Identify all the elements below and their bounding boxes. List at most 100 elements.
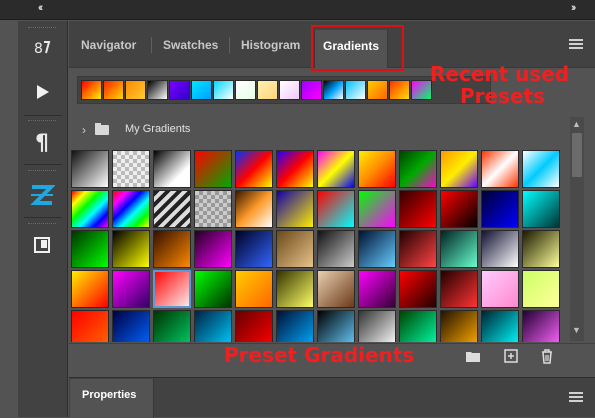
preset-gradient-swatch[interactable] [358, 150, 396, 188]
preset-gradient-swatch[interactable] [112, 310, 150, 342]
new-preset-icon[interactable] [503, 349, 519, 365]
recent-preset-swatch[interactable] [301, 80, 322, 100]
preset-gradient-swatch[interactable] [317, 190, 355, 228]
history-icon[interactable]: 8 [26, 34, 58, 62]
tab-properties[interactable]: Properties [70, 379, 154, 418]
preset-gradient-swatch[interactable] [317, 150, 355, 188]
scroll-down-icon[interactable]: ▼ [572, 325, 581, 335]
preset-gradient-swatch[interactable] [112, 230, 150, 268]
panel-menu-icon[interactable] [569, 392, 583, 402]
preset-gradient-swatch[interactable] [317, 270, 355, 308]
preset-gradient-swatch[interactable] [71, 190, 109, 228]
recent-preset-swatch[interactable] [191, 80, 212, 100]
preset-gradient-swatch[interactable] [112, 270, 150, 308]
scroll-thumb[interactable] [572, 133, 582, 177]
preset-gradient-swatch[interactable] [153, 270, 191, 308]
preset-gradient-swatch[interactable] [153, 190, 191, 228]
recent-preset-swatch[interactable] [389, 80, 410, 100]
preset-gradient-swatch[interactable] [235, 150, 273, 188]
preset-gradient-swatch[interactable] [440, 310, 478, 342]
preset-gradient-swatch[interactable] [358, 230, 396, 268]
my-gradients-group[interactable]: › My Gradients [69, 119, 569, 141]
tab-histogram[interactable]: Histogram [241, 33, 300, 57]
preset-gradient-swatch[interactable] [194, 150, 232, 188]
preset-gradient-swatch[interactable] [358, 310, 396, 342]
preset-gradient-swatch[interactable] [440, 190, 478, 228]
tab-swatches[interactable]: Swatches [163, 33, 218, 57]
preset-gradient-swatch[interactable] [194, 310, 232, 342]
preset-gradient-swatch[interactable] [440, 230, 478, 268]
libraries-icon[interactable] [26, 231, 58, 259]
preset-gradient-swatch[interactable] [522, 190, 560, 228]
preset-gradient-swatch[interactable] [194, 230, 232, 268]
strip-grip[interactable] [28, 170, 56, 173]
recent-preset-swatch[interactable] [147, 80, 168, 100]
preset-gradient-swatch[interactable] [71, 230, 109, 268]
preset-gradient-swatch[interactable] [71, 150, 109, 188]
preset-gradient-swatch[interactable] [481, 310, 519, 342]
preset-gradient-swatch[interactable] [276, 310, 314, 342]
recent-preset-swatch[interactable] [103, 80, 124, 100]
scroll-up-icon[interactable]: ▲ [572, 119, 581, 129]
preset-gradient-swatch[interactable] [481, 150, 519, 188]
recent-preset-swatch[interactable] [169, 80, 190, 100]
recent-preset-swatch[interactable] [125, 80, 146, 100]
preset-gradient-swatch[interactable] [522, 270, 560, 308]
tab-navigator[interactable]: Navigator [81, 33, 136, 57]
recent-preset-swatch[interactable] [411, 80, 432, 100]
panel-menu-icon[interactable] [569, 39, 583, 49]
preset-gradient-swatch[interactable] [522, 310, 560, 342]
glyph-z-icon[interactable] [26, 181, 58, 209]
paragraph-icon[interactable]: ¶ [26, 129, 58, 157]
preset-gradient-swatch[interactable] [276, 230, 314, 268]
recent-preset-swatch[interactable] [279, 80, 300, 100]
preset-gradient-swatch[interactable] [194, 270, 232, 308]
preset-gradient-swatch[interactable] [153, 230, 191, 268]
recent-preset-swatch[interactable] [257, 80, 278, 100]
actions-play-icon[interactable] [26, 78, 58, 106]
preset-gradient-swatch[interactable] [481, 230, 519, 268]
chevron-right-icon[interactable]: › [82, 123, 86, 137]
preset-gradient-swatch[interactable] [276, 150, 314, 188]
preset-gradient-swatch[interactable] [481, 270, 519, 308]
strip-grip[interactable] [28, 223, 56, 226]
collapse-right-icon[interactable]: ›› [571, 2, 577, 14]
strip-grip[interactable] [28, 120, 56, 123]
preset-gradient-swatch[interactable] [235, 270, 273, 308]
preset-gradient-swatch[interactable] [358, 270, 396, 308]
new-folder-icon[interactable] [465, 349, 481, 365]
preset-gradient-swatch[interactable] [153, 150, 191, 188]
recent-preset-swatch[interactable] [213, 80, 234, 100]
preset-gradient-swatch[interactable] [440, 150, 478, 188]
preset-gradient-swatch[interactable] [522, 230, 560, 268]
preset-gradient-swatch[interactable] [276, 270, 314, 308]
recent-preset-swatch[interactable] [345, 80, 366, 100]
strip-grip[interactable] [28, 27, 56, 30]
preset-gradient-swatch[interactable] [235, 310, 273, 342]
preset-gradient-swatch[interactable] [399, 150, 437, 188]
preset-gradient-swatch[interactable] [276, 190, 314, 228]
preset-gradient-swatch[interactable] [399, 230, 437, 268]
preset-gradient-swatch[interactable] [153, 310, 191, 342]
recent-preset-swatch[interactable] [323, 80, 344, 100]
preset-gradient-swatch[interactable] [481, 190, 519, 228]
preset-gradient-swatch[interactable] [522, 150, 560, 188]
preset-gradient-swatch[interactable] [71, 310, 109, 342]
preset-gradient-swatch[interactable] [317, 310, 355, 342]
preset-gradient-swatch[interactable] [112, 190, 150, 228]
preset-gradient-swatch[interactable] [440, 270, 478, 308]
preset-gradient-swatch[interactable] [317, 230, 355, 268]
preset-gradient-swatch[interactable] [235, 190, 273, 228]
preset-gradient-swatch[interactable] [399, 310, 437, 342]
recent-preset-swatch[interactable] [367, 80, 388, 100]
recent-preset-swatch[interactable] [81, 80, 102, 100]
preset-gradient-swatch[interactable] [399, 270, 437, 308]
preset-gradient-swatch[interactable] [399, 190, 437, 228]
preset-gradient-swatch[interactable] [112, 150, 150, 188]
preset-gradient-swatch[interactable] [358, 190, 396, 228]
preset-gradient-swatch[interactable] [235, 230, 273, 268]
grid-scrollbar[interactable]: ▲ ▼ [570, 117, 584, 341]
delete-icon[interactable] [539, 349, 555, 365]
preset-gradient-swatch[interactable] [194, 190, 232, 228]
recent-preset-swatch[interactable] [235, 80, 256, 100]
